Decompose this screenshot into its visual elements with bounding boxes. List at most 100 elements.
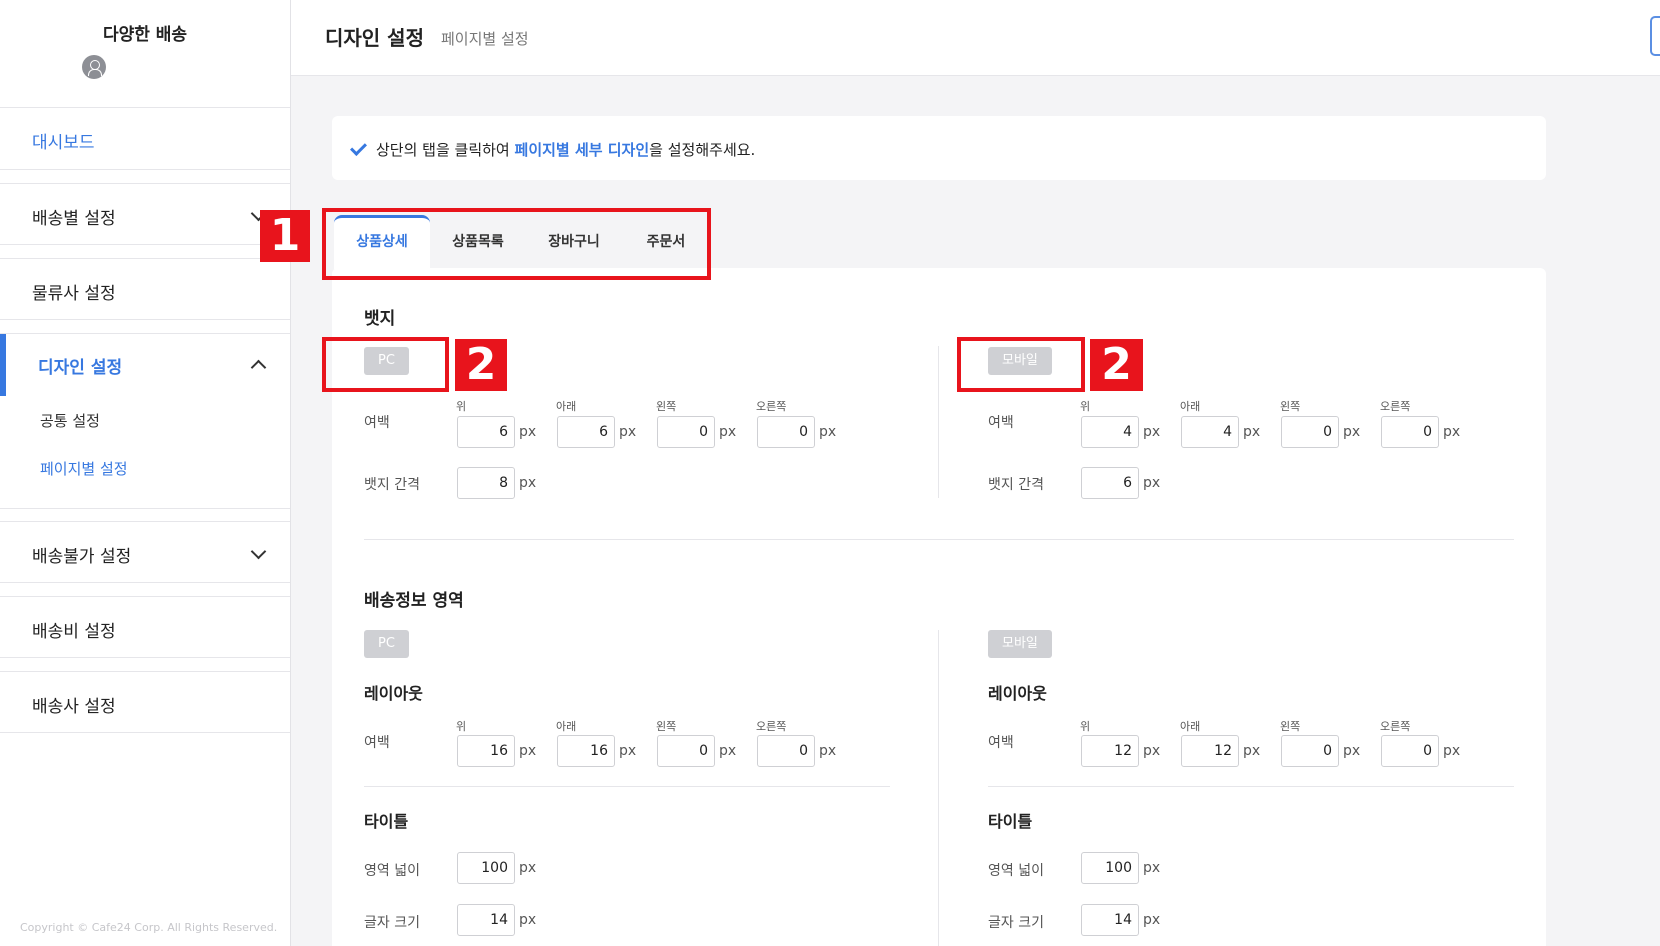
col-label-bottom: 아래 — [1180, 720, 1201, 733]
badge-gap-input[interactable]: 8 — [457, 467, 515, 499]
page-subtitle: 페이지별 설정 — [441, 30, 529, 48]
unit-label: px — [1143, 475, 1161, 491]
sidebar-subitem-page[interactable]: 페이지별 설정 — [40, 458, 128, 479]
font-size-label: 글자 크기 — [364, 915, 420, 931]
column-divider — [938, 346, 939, 498]
margin-top-input[interactable]: 12 — [1081, 735, 1139, 767]
brand-title: 다양한 배송 — [102, 25, 188, 45]
badge-gap-label: 뱃지 간격 — [364, 477, 420, 493]
sidebar-item-label: 배송불가 설정 — [32, 547, 132, 567]
margin-bottom-input[interactable]: 12 — [1181, 735, 1239, 767]
subsection-divider — [988, 786, 1514, 787]
sidebar-item-label: 배송별 설정 — [32, 209, 116, 229]
unit-label: px — [1243, 424, 1261, 440]
col-label-left: 왼쪽 — [656, 400, 677, 413]
title-subsection-title: 타이틀 — [364, 812, 409, 831]
user-avatar-icon[interactable] — [82, 55, 106, 79]
unit-label: px — [519, 743, 537, 759]
chevron-up-icon[interactable] — [250, 359, 267, 376]
col-label-bottom: 아래 — [1180, 400, 1201, 413]
annotation-box-mobile — [957, 337, 1085, 392]
subsection-divider — [364, 786, 890, 787]
check-icon — [350, 139, 367, 156]
unit-label: px — [519, 860, 537, 876]
sidebar-item-shipping-fee[interactable]: 배송비 설정 — [0, 596, 290, 658]
section-title-shipping-info: 배송정보 영역 — [364, 591, 464, 611]
sidebar-item-label: 대시보드 — [32, 133, 95, 153]
unit-label: px — [619, 424, 637, 440]
sidebar-subitem-common[interactable]: 공통 설정 — [40, 410, 100, 431]
notice-box: 상단의 탭을 클릭하여 페이지별 세부 디자인을 설정해주세요. — [332, 116, 1546, 180]
layout-title: 레이아웃 — [364, 684, 423, 703]
margin-bottom-input[interactable]: 16 — [557, 735, 615, 767]
margin-right-input[interactable]: 0 — [757, 416, 815, 448]
title-subsection-title: 타이틀 — [988, 812, 1033, 831]
notice-text: 상단의 탭을 클릭하여 페이지별 세부 디자인을 설정해주세요. — [376, 139, 755, 160]
section-divider — [364, 539, 1514, 540]
sidebar: 다양한 배송 대시보드 배송별 설정 물류사 설정 디자인 설정 공통 설정 페… — [0, 0, 291, 946]
font-size-input[interactable]: 14 — [457, 904, 515, 936]
margin-right-input[interactable]: 0 — [1381, 735, 1439, 767]
page-title: 디자인 설정 — [325, 26, 424, 50]
margin-label: 여백 — [364, 735, 390, 751]
margin-label: 여백 — [988, 415, 1014, 431]
col-label-right: 오른쪽 — [1380, 720, 1411, 733]
unit-label: px — [519, 424, 537, 440]
unit-label: px — [1143, 424, 1161, 440]
sidebar-item-carrier[interactable]: 배송사 설정 — [0, 671, 290, 733]
col-label-right: 오른쪽 — [756, 400, 787, 413]
sidebar-item-logistics[interactable]: 물류사 설정 — [0, 258, 290, 320]
margin-right-input[interactable]: 0 — [757, 735, 815, 767]
unit-label: px — [1443, 424, 1461, 440]
unit-label: px — [719, 424, 737, 440]
unit-label: px — [519, 912, 537, 928]
col-label-right: 오른쪽 — [756, 720, 787, 733]
area-width-label: 영역 넓이 — [988, 863, 1044, 879]
annotation-box-tabs — [322, 208, 711, 280]
unit-label: px — [1143, 743, 1161, 759]
margin-top-input[interactable]: 16 — [457, 735, 515, 767]
brand: 다양한 배송 — [0, 0, 290, 108]
col-label-top: 위 — [456, 720, 467, 733]
area-width-input[interactable]: 100 — [457, 852, 515, 884]
sidebar-item-shipping[interactable]: 배송별 설정 — [0, 183, 290, 245]
margin-label: 여백 — [364, 415, 390, 431]
sidebar-item-label: 배송비 설정 — [32, 622, 116, 642]
annotation-number-1: 1 — [260, 210, 310, 262]
unit-label: px — [1443, 743, 1461, 759]
margin-left-input[interactable]: 0 — [657, 735, 715, 767]
notice-text-after: 을 설정해주세요. — [649, 141, 756, 159]
notice-text-highlight: 페이지별 세부 디자인 — [514, 141, 650, 159]
margin-top-input[interactable]: 6 — [457, 416, 515, 448]
font-size-input[interactable]: 14 — [1081, 904, 1139, 936]
annotation-number-2: 2 — [1090, 339, 1143, 391]
margin-left-input[interactable]: 0 — [1281, 735, 1339, 767]
badge-gap-input[interactable]: 6 — [1081, 467, 1139, 499]
area-width-label: 영역 넓이 — [364, 863, 420, 879]
sidebar-item-design[interactable]: 디자인 설정 — [38, 353, 122, 378]
mobile-badge: 모바일 — [988, 630, 1052, 658]
area-width-input[interactable]: 100 — [1081, 852, 1139, 884]
sidebar-item-undeliverable[interactable]: 배송불가 설정 — [0, 521, 290, 583]
sidebar-item-dashboard[interactable]: 대시보드 — [0, 108, 290, 170]
margin-right-input[interactable]: 0 — [1381, 416, 1439, 448]
margin-label: 여백 — [988, 735, 1014, 751]
sidebar-group-design: 디자인 설정 공통 설정 페이지별 설정 — [0, 333, 290, 509]
header-button[interactable] — [1650, 16, 1660, 56]
col-label-bottom: 아래 — [556, 720, 577, 733]
unit-label: px — [519, 475, 537, 491]
column-divider — [938, 630, 939, 946]
settings-card: 뱃지 PC 여백 위 아래 왼쪽 오른쪽 6 px 6 px 0 px 0 px… — [332, 268, 1546, 946]
section-title-badge: 뱃지 — [364, 309, 396, 329]
margin-top-input[interactable]: 4 — [1081, 416, 1139, 448]
col-label-left: 왼쪽 — [1280, 720, 1301, 733]
col-label-top: 위 — [1080, 400, 1091, 413]
col-label-bottom: 아래 — [556, 400, 577, 413]
margin-bottom-input[interactable]: 4 — [1181, 416, 1239, 448]
page-header: 디자인 설정 페이지별 설정 — [291, 0, 1660, 76]
col-label-left: 왼쪽 — [656, 720, 677, 733]
margin-bottom-input[interactable]: 6 — [557, 416, 615, 448]
margin-left-input[interactable]: 0 — [1281, 416, 1339, 448]
sidebar-item-label: 배송사 설정 — [32, 697, 116, 717]
margin-left-input[interactable]: 0 — [657, 416, 715, 448]
